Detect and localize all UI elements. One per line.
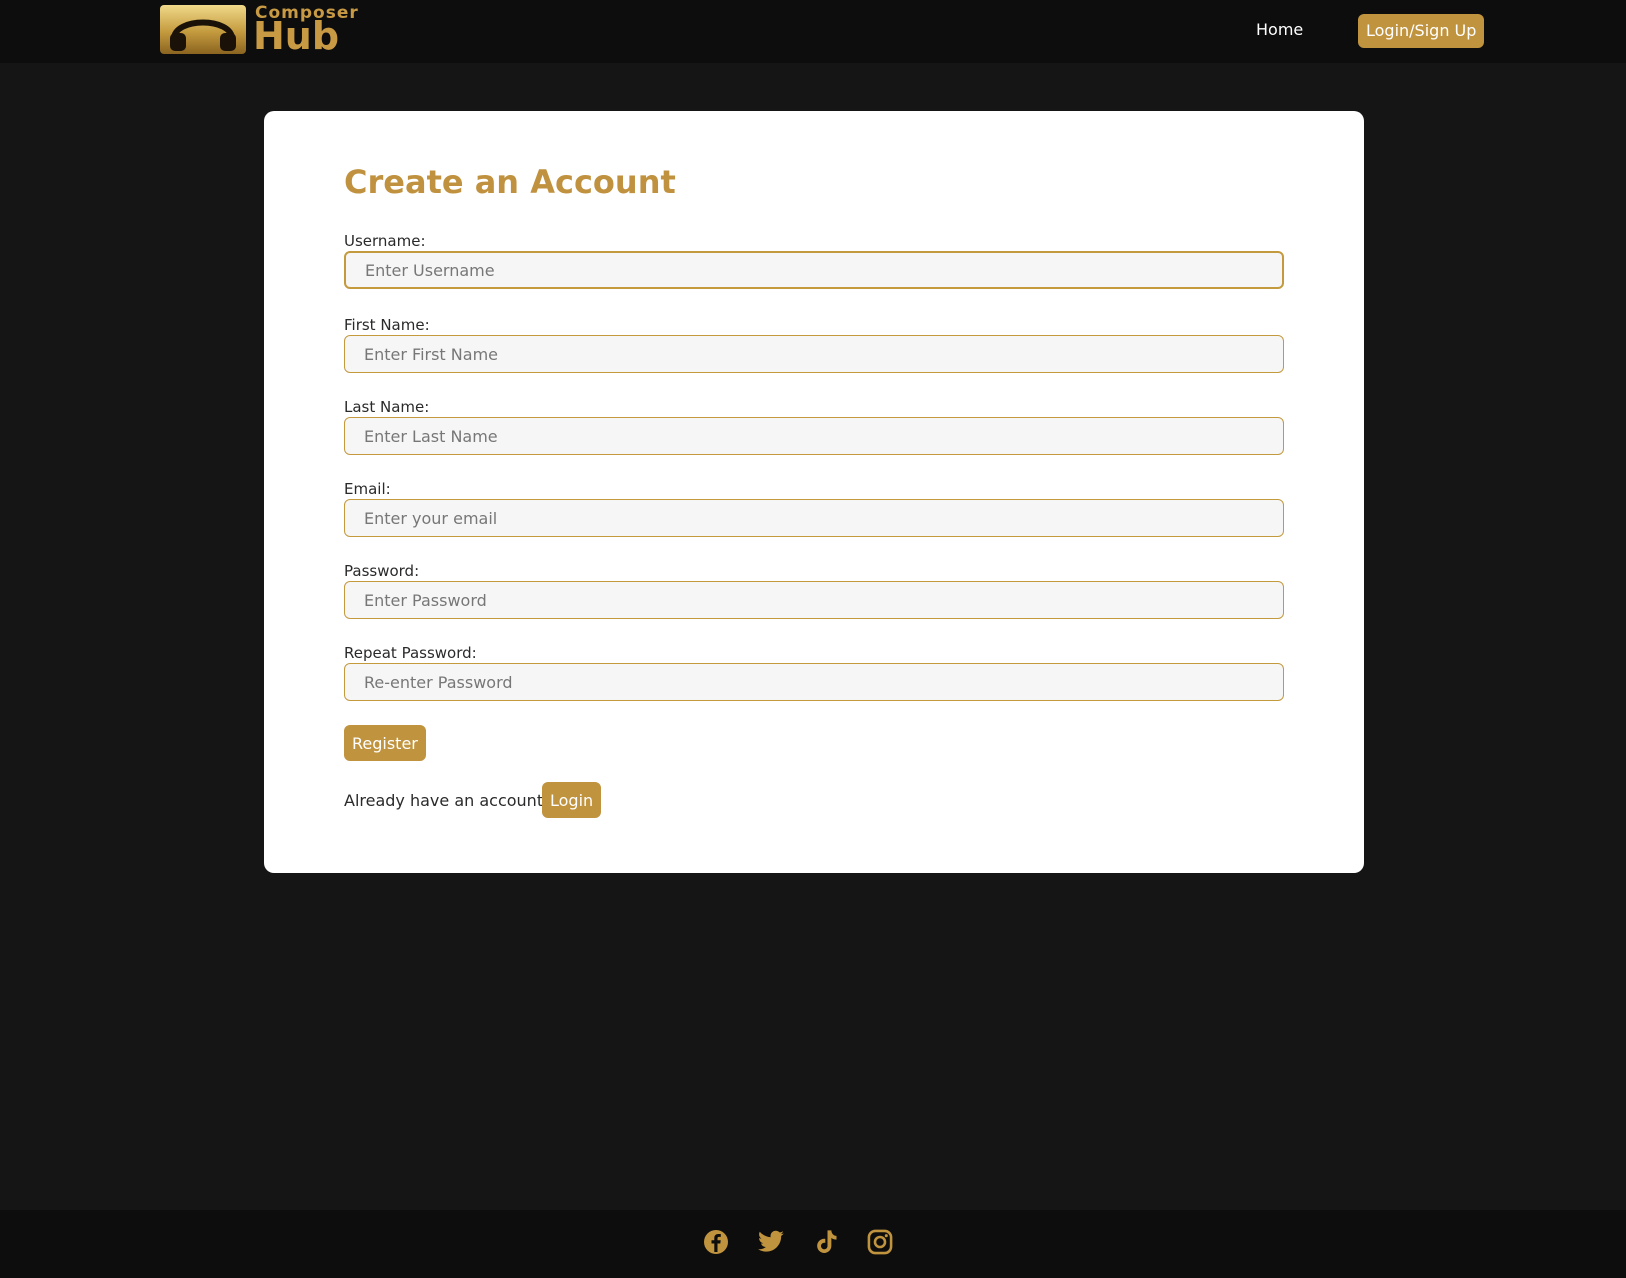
repeat-password-input[interactable] — [344, 663, 1284, 701]
instagram-icon[interactable] — [866, 1228, 894, 1256]
last-name-input[interactable] — [344, 417, 1284, 455]
page-title: Create an Account — [344, 163, 676, 201]
already-have-account-text: Already have an account? — [344, 791, 552, 810]
headphones-logo-icon — [160, 5, 246, 54]
email-input[interactable] — [344, 499, 1284, 537]
first-name-input[interactable] — [344, 335, 1284, 373]
first-name-label: First Name: — [344, 316, 430, 334]
email-label: Email: — [344, 480, 391, 498]
nav-home-link[interactable]: Home — [1256, 20, 1303, 39]
repeat-password-label: Repeat Password: — [344, 644, 477, 662]
composer-hub-logo[interactable]: Composer Hub — [160, 3, 380, 58]
twitter-icon[interactable] — [757, 1228, 785, 1256]
password-label: Password: — [344, 562, 420, 580]
facebook-icon[interactable] — [702, 1228, 730, 1256]
username-input[interactable] — [344, 251, 1284, 289]
navbar: Composer Hub Home Login/Sign Up — [0, 0, 1626, 63]
logo-text-bottom: Hub — [253, 14, 340, 58]
register-button[interactable]: Register — [344, 725, 426, 761]
last-name-label: Last Name: — [344, 398, 430, 416]
password-input[interactable] — [344, 581, 1284, 619]
tiktok-icon[interactable] — [812, 1228, 840, 1256]
nav-login-signup-button[interactable]: Login/Sign Up — [1358, 14, 1485, 48]
register-card: Create an Account Username: First Name: … — [264, 111, 1364, 873]
footer — [0, 1210, 1626, 1278]
login-button[interactable]: Login — [542, 782, 602, 818]
username-label: Username: — [344, 232, 426, 250]
